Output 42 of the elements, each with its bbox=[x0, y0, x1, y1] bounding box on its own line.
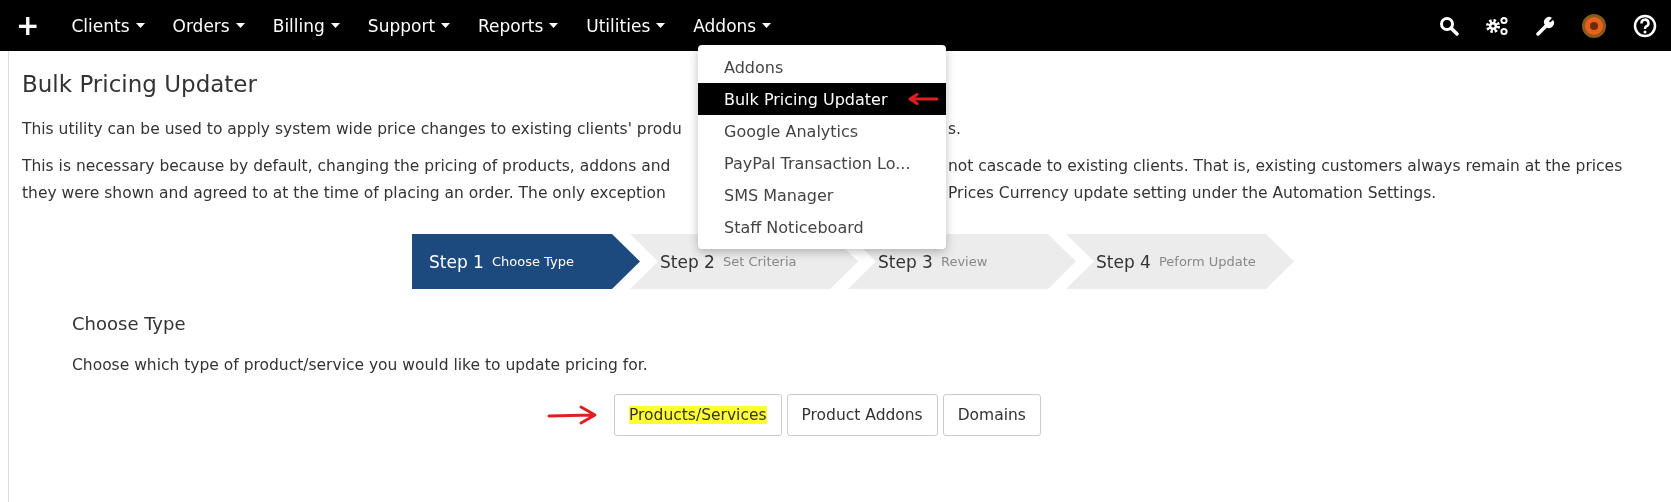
dropdown-item[interactable]: Staff Noticeboard bbox=[698, 211, 946, 243]
caret-icon bbox=[549, 23, 559, 28]
paragraph-text: Prices Currency update setting under the Automation Settings. bbox=[948, 183, 1438, 202]
dropdown-item[interactable]: Google Analytics bbox=[698, 115, 946, 147]
paragraph-text: s. bbox=[948, 119, 962, 138]
avatar-icon[interactable] bbox=[1581, 12, 1607, 39]
nav-menu[interactable]: Utilities bbox=[586, 15, 666, 36]
search-icon[interactable] bbox=[1439, 15, 1459, 36]
annotation-arrow bbox=[907, 93, 939, 105]
gears-icon[interactable] bbox=[1485, 15, 1509, 36]
description-text: Choose which type of product/service you would like to update pricing for. bbox=[72, 356, 649, 374]
page-title: Bulk Pricing Updater bbox=[22, 70, 257, 97]
dropdown-item[interactable]: Bulk Pricing Updater bbox=[698, 83, 946, 115]
caret-icon bbox=[235, 23, 245, 28]
dropdown-item[interactable]: SMS Manager bbox=[698, 179, 946, 211]
paragraph-text: This utility can be used to apply system wide price changes to existing clients' produ bbox=[22, 119, 683, 138]
type-button[interactable]: Products/Services bbox=[614, 394, 782, 436]
dropdown-item[interactable]: Addons bbox=[698, 51, 946, 83]
type-button[interactable]: Product Addons bbox=[786, 394, 938, 436]
wizard-step: Step 1 Choose Type bbox=[412, 234, 640, 289]
paragraph-text: This is necessary because by default, changing the pricing of products, addons and bbox=[22, 156, 672, 175]
paragraph-text: not cascade to existing clients. That is, existing customers always remain at the prices bbox=[948, 156, 1624, 175]
nav-menu[interactable]: Reports bbox=[478, 15, 559, 36]
help-icon[interactable] bbox=[1633, 13, 1657, 38]
wizard-step: Step 4 Peform Update bbox=[1066, 234, 1294, 289]
caret-icon bbox=[656, 23, 666, 28]
nav-menu[interactable]: Support bbox=[367, 15, 451, 36]
add-button[interactable]: + bbox=[12, 11, 44, 40]
wrench-icon[interactable] bbox=[1535, 15, 1555, 36]
paragraph-text: they were shown and agreed to at the time of placing an order. The only exception bbox=[22, 183, 667, 202]
caret-icon bbox=[135, 23, 145, 28]
caret-icon bbox=[762, 23, 772, 28]
dropdown-item[interactable]: PayPal Transaction Lo... bbox=[698, 147, 946, 179]
nav-menu[interactable]: Orders bbox=[172, 15, 245, 36]
annotation-arrow bbox=[547, 404, 599, 426]
caret-icon bbox=[330, 23, 340, 28]
type-button[interactable]: Domains bbox=[942, 394, 1041, 436]
nav-menu[interactable]: Clients bbox=[71, 15, 145, 36]
nav-menu[interactable]: Addons bbox=[693, 15, 772, 36]
section-heading: Choose Type bbox=[72, 313, 187, 334]
nav-menu[interactable]: Billing bbox=[272, 15, 340, 36]
caret-icon bbox=[441, 23, 451, 28]
